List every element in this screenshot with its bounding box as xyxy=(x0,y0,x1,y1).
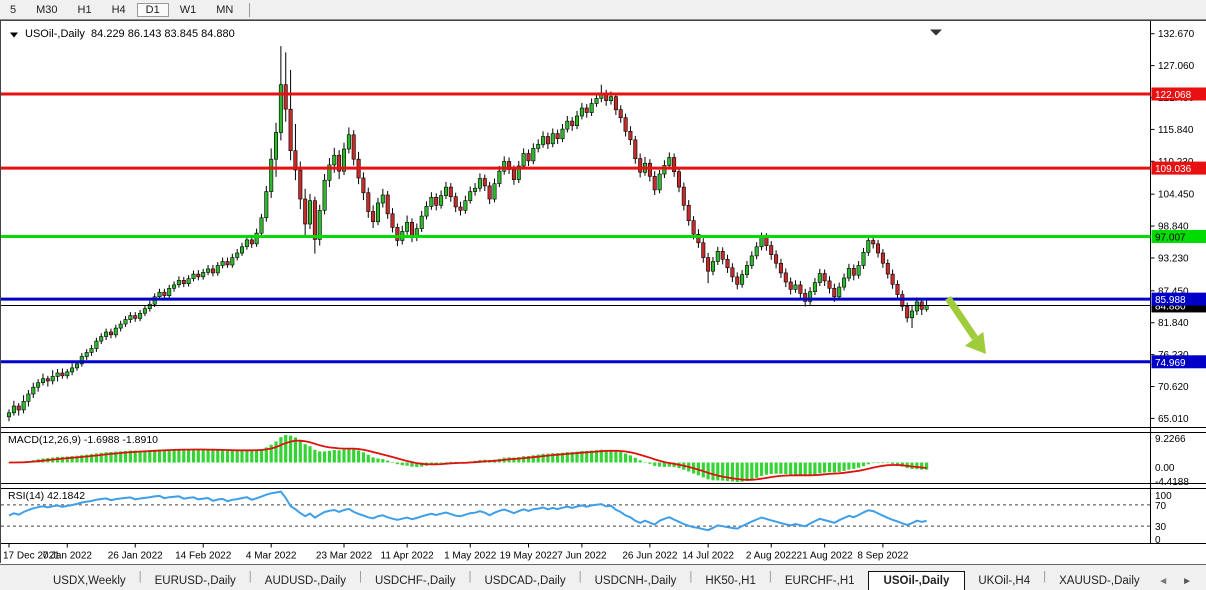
symbol-tab-bar: USDX,Weekly|EURUSD-,Daily|AUDUSD-,Daily|… xyxy=(0,564,1206,590)
svg-text:81.840: 81.840 xyxy=(1158,318,1189,329)
macd-axis: 9.2266 0.00 -4.4188 xyxy=(1155,434,1189,488)
tab-usdcad-daily[interactable]: USDCAD-,Daily xyxy=(471,572,578,590)
svg-text:0.00: 0.00 xyxy=(1155,463,1175,474)
svg-text:93.230: 93.230 xyxy=(1158,253,1189,264)
timeframe-toolbar: 5M30H1H4D1W1MN xyxy=(0,0,1206,20)
svg-text:21 Aug 2022: 21 Aug 2022 xyxy=(797,551,854,562)
rsi-line xyxy=(9,492,927,531)
tab-scroll-left-icon[interactable]: ◄ xyxy=(1158,576,1168,587)
tab-usdchf-daily[interactable]: USDCHF-,Daily xyxy=(362,572,469,590)
timeframe-button-mn[interactable]: MN xyxy=(207,3,242,17)
svg-text:26 Jan 2022: 26 Jan 2022 xyxy=(108,551,163,562)
timeframe-button-w1[interactable]: W1 xyxy=(171,3,206,17)
macd-label: MACD(12,26,9) -1.6988 -1.8910 xyxy=(8,434,158,446)
svg-text:14 Jul 2022: 14 Jul 2022 xyxy=(682,551,734,562)
chart-window[interactable]: 132.670127.060121.450115.840110.230104.4… xyxy=(0,20,1206,563)
svg-text:-4.4188: -4.4188 xyxy=(1155,477,1189,488)
timeframe-button-d1[interactable]: D1 xyxy=(137,3,169,17)
level-price-label: 122.068 xyxy=(1152,87,1206,101)
svg-text:4 Mar 2022: 4 Mar 2022 xyxy=(246,551,297,562)
level-price-label: 109.036 xyxy=(1152,162,1206,176)
svg-text:7 Jun 2022: 7 Jun 2022 xyxy=(557,551,607,562)
svg-text:74.969: 74.969 xyxy=(1155,358,1186,369)
timeframe-button-5[interactable]: 5 xyxy=(1,3,25,17)
svg-text:19 May 2022: 19 May 2022 xyxy=(500,551,558,562)
svg-text:104.450: 104.450 xyxy=(1158,190,1195,201)
svg-text:8 Sep 2022: 8 Sep 2022 xyxy=(857,551,909,562)
candlestick-series xyxy=(7,46,928,421)
svg-text:14 Feb 2022: 14 Feb 2022 xyxy=(175,551,232,562)
svg-text:7 Jan 2022: 7 Jan 2022 xyxy=(43,551,93,562)
tab-scroll-right-icon[interactable]: ► xyxy=(1182,576,1192,587)
tab-usdcnh-daily[interactable]: USDCNH-,Daily xyxy=(582,572,690,590)
svg-text:127.060: 127.060 xyxy=(1158,61,1195,72)
trend-arrow-annotation[interactable] xyxy=(948,298,986,354)
svg-text:122.068: 122.068 xyxy=(1155,90,1192,101)
svg-text:109.036: 109.036 xyxy=(1155,164,1192,175)
timeframe-button-h1[interactable]: H1 xyxy=(69,3,101,17)
chart-shift-marker-icon[interactable] xyxy=(930,30,942,36)
svg-text:97.007: 97.007 xyxy=(1155,232,1186,243)
mt4-terminal: { "toolbar": { "timeframes": [ {"label":… xyxy=(0,0,1206,590)
svg-text:0: 0 xyxy=(1155,535,1161,546)
chart-title: USOil-,Daily 84.229 86.143 83.845 84.880 xyxy=(25,28,235,40)
svg-text:26 Jun 2022: 26 Jun 2022 xyxy=(622,551,677,562)
chart-symbol: USOil-,Daily xyxy=(25,28,85,40)
date-axis[interactable]: 17 Dec 20217 Jan 202226 Jan 202214 Feb 2… xyxy=(3,544,909,562)
rsi-label: RSI(14) 42.1842 xyxy=(8,490,85,502)
tab-ukoil-h4[interactable]: UKOil-,H4 xyxy=(965,572,1043,590)
tab-audusd-daily[interactable]: AUDUSD-,Daily xyxy=(252,572,359,590)
timeframe-button-m30[interactable]: M30 xyxy=(27,3,66,17)
svg-text:2 Aug 2022: 2 Aug 2022 xyxy=(746,551,797,562)
tab-xauusd-daily[interactable]: XAUUSD-,Daily xyxy=(1046,572,1153,590)
level-price-label: 97.007 xyxy=(1152,230,1206,244)
rsi-axis: 10070300 xyxy=(1155,491,1172,546)
svg-text:132.670: 132.670 xyxy=(1158,29,1195,40)
toolbar-separator xyxy=(249,3,250,17)
svg-text:65.010: 65.010 xyxy=(1158,414,1189,425)
svg-text:85.988: 85.988 xyxy=(1155,295,1186,306)
tab-usoil-daily[interactable]: USOil-,Daily xyxy=(868,571,966,590)
title-dropdown-icon[interactable] xyxy=(10,33,18,38)
chart-ohlc-values: 84.229 86.143 83.845 84.880 xyxy=(91,28,235,40)
tab-usdx-weekly[interactable]: USDX,Weekly xyxy=(40,572,139,590)
svg-text:30: 30 xyxy=(1155,522,1167,533)
level-price-label: 74.969 xyxy=(1152,355,1206,369)
svg-text:70.620: 70.620 xyxy=(1158,382,1189,393)
chart-frame xyxy=(1,21,1206,544)
tab-hk50-h1[interactable]: HK50-,H1 xyxy=(692,572,769,590)
macd-signal-line xyxy=(9,441,927,480)
svg-text:23 Mar 2022: 23 Mar 2022 xyxy=(316,551,373,562)
svg-text:11 Apr 2022: 11 Apr 2022 xyxy=(381,551,435,562)
level-price-label: 85.988 xyxy=(1152,293,1206,307)
chart-canvas[interactable]: 132.670127.060121.450115.840110.230104.4… xyxy=(1,21,1206,570)
svg-text:1 May 2022: 1 May 2022 xyxy=(444,551,497,562)
svg-text:115.840: 115.840 xyxy=(1158,125,1194,136)
svg-text:70: 70 xyxy=(1155,501,1167,512)
svg-text:9.2266: 9.2266 xyxy=(1155,434,1186,445)
tab-eurusd-daily[interactable]: EURUSD-,Daily xyxy=(142,572,249,590)
timeframe-button-h4[interactable]: H4 xyxy=(103,3,135,17)
tab-eurchf-h1[interactable]: EURCHF-,H1 xyxy=(772,572,868,590)
